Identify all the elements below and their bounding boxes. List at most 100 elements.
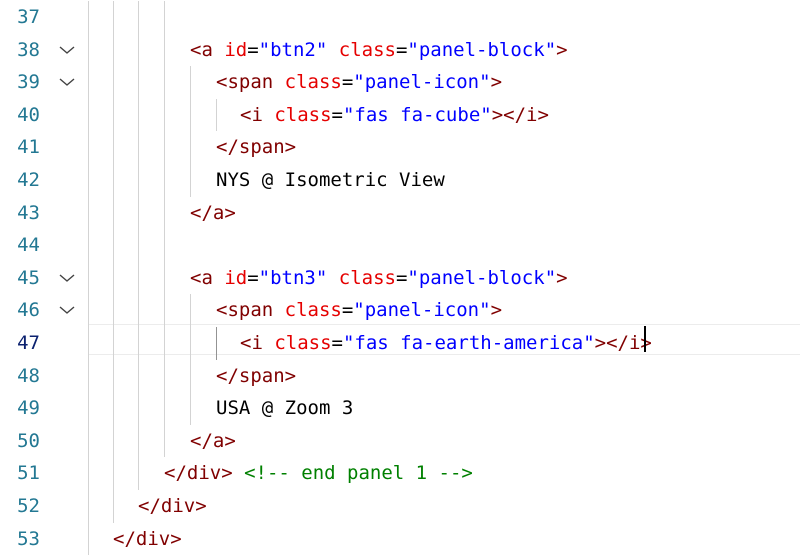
token-tag: [327, 39, 338, 61]
code-line[interactable]: 52 </div>: [0, 490, 800, 522]
token-eq: =: [247, 38, 259, 61]
fold-chevron-down-icon[interactable]: [58, 273, 76, 283]
token-str: "panel-icon": [353, 71, 491, 94]
token-eq: =: [395, 266, 408, 289]
line-number: 47: [17, 332, 40, 354]
code-text[interactable]: </div> <!-- end panel 1 -->: [164, 457, 473, 489]
token-eq: =: [331, 103, 343, 126]
line-number: 41: [17, 136, 40, 159]
code-line[interactable]: 41 </span>: [0, 131, 800, 163]
token-txt: NYS @ Isometric View: [216, 169, 445, 191]
token-cmt: <!-- end panel 1 -->: [244, 462, 473, 485]
code-line[interactable]: 43 </a>: [0, 197, 800, 229]
code-text[interactable]: <i class="fas fa-earth-america"></i>: [240, 327, 652, 359]
token-attr: class: [284, 71, 342, 94]
token-tag: </a>: [190, 201, 236, 224]
code-text[interactable]: <span class="panel-icon">: [216, 294, 502, 326]
token-tag: </span>: [216, 136, 297, 159]
code-line[interactable]: 40 <i class="fas fa-cube"></i>: [0, 99, 800, 131]
token-tag: </a>: [190, 429, 236, 452]
code-text[interactable]: </div>: [113, 523, 182, 555]
token-attr: class: [338, 38, 396, 61]
code-line[interactable]: 42 NYS @ Isometric View: [0, 164, 800, 196]
code-text[interactable]: <i class="fas fa-cube"></i>: [240, 99, 549, 131]
code-text[interactable]: <a id="btn3" class="panel-block">: [190, 262, 568, 294]
code-text[interactable]: NYS @ Isometric View: [216, 164, 445, 196]
token-tag: </div>: [164, 462, 233, 485]
code-line[interactable]: 39 <span class="panel-icon">: [0, 66, 800, 98]
fold-chevron-down-icon[interactable]: [58, 77, 76, 87]
code-line[interactable]: 45 <a id="btn3" class="panel-block">: [0, 262, 800, 294]
code-text[interactable]: USA @ Zoom 3: [216, 392, 353, 424]
fold-chevron-down-icon[interactable]: [58, 45, 76, 55]
line-number: 44: [17, 234, 40, 257]
code-line[interactable]: 47 <i class="fas fa-earth-america"></i>: [0, 327, 800, 359]
token-str: "fas fa-earth-america": [342, 332, 595, 354]
token-tag: </div>: [138, 495, 207, 517]
line-number: 51: [17, 462, 40, 485]
token-tag: >: [490, 299, 503, 322]
token-tag: <i: [240, 103, 275, 126]
line-number: 48: [17, 364, 40, 387]
code-line[interactable]: 37: [0, 1, 800, 33]
code-line[interactable]: 48 </span>: [0, 360, 800, 392]
token-tag: </div>: [113, 527, 182, 550]
text-cursor: [644, 326, 646, 352]
code-text[interactable]: </span>: [216, 131, 296, 163]
token-tag: <a: [190, 38, 225, 61]
line-number: 39: [17, 71, 40, 94]
line-number: 37: [17, 6, 40, 28]
code-line[interactable]: 50 </a>: [0, 425, 800, 457]
token-tag: <span: [216, 299, 285, 322]
token-attr: id: [224, 38, 248, 61]
token-tag: <i: [240, 332, 275, 354]
code-line[interactable]: 38 <a id="btn2" class="panel-block">: [0, 34, 800, 66]
token-attr: id: [224, 266, 248, 289]
token-eq: =: [395, 38, 408, 61]
token-str: "btn3": [258, 266, 328, 289]
code-text[interactable]: </div>: [138, 490, 207, 522]
line-number: 52: [17, 495, 40, 517]
token-eq: =: [247, 266, 259, 289]
line-number: 43: [17, 201, 40, 224]
token-eq: =: [341, 299, 354, 322]
line-number: 38: [17, 38, 40, 61]
token-tag: <span: [216, 71, 285, 94]
token-str: "panel-block": [407, 266, 557, 289]
line-number: 40: [17, 103, 40, 126]
token-tag: <a: [190, 266, 225, 289]
token-eq: =: [331, 332, 343, 354]
token-tag: >: [556, 266, 568, 289]
code-text[interactable]: </a>: [190, 197, 236, 229]
token-str: "fas fa-cube": [342, 103, 492, 126]
token-str: "btn2": [258, 38, 328, 61]
line-number: 50: [17, 429, 40, 452]
token-eq: =: [341, 71, 354, 94]
code-text[interactable]: <span class="panel-icon">: [216, 66, 502, 98]
token-tag: [327, 267, 338, 289]
token-attr: class: [284, 299, 342, 322]
code-line[interactable]: 46 <span class="panel-icon">: [0, 294, 800, 326]
code-line[interactable]: 49 USA @ Zoom 3: [0, 392, 800, 424]
token-tag: >: [556, 38, 568, 61]
code-text[interactable]: </a>: [190, 425, 236, 457]
fold-chevron-down-icon[interactable]: [58, 305, 76, 315]
token-tag: >: [490, 71, 503, 94]
line-number: 49: [17, 397, 40, 420]
token-txt: USA @ Zoom 3: [216, 397, 354, 420]
token-attr: class: [338, 266, 396, 289]
code-text[interactable]: <a id="btn2" class="panel-block">: [190, 34, 568, 66]
line-number: 53: [17, 527, 40, 550]
code-line[interactable]: 44: [0, 229, 800, 261]
token-tag: </span>: [216, 364, 297, 387]
token-attr: class: [274, 103, 332, 126]
token-str: "panel-icon": [353, 299, 491, 322]
code-text[interactable]: </span>: [216, 360, 296, 392]
code-line[interactable]: 53 </div>: [0, 523, 800, 555]
line-number: 45: [17, 266, 40, 289]
line-number: 46: [17, 299, 40, 322]
token-attr: class: [274, 332, 332, 354]
code-line[interactable]: 51 </div> <!-- end panel 1 -->: [0, 457, 800, 489]
code-editor[interactable]: 37 38 <a id="btn2" class="panel-block"> 39 <…: [0, 0, 800, 555]
